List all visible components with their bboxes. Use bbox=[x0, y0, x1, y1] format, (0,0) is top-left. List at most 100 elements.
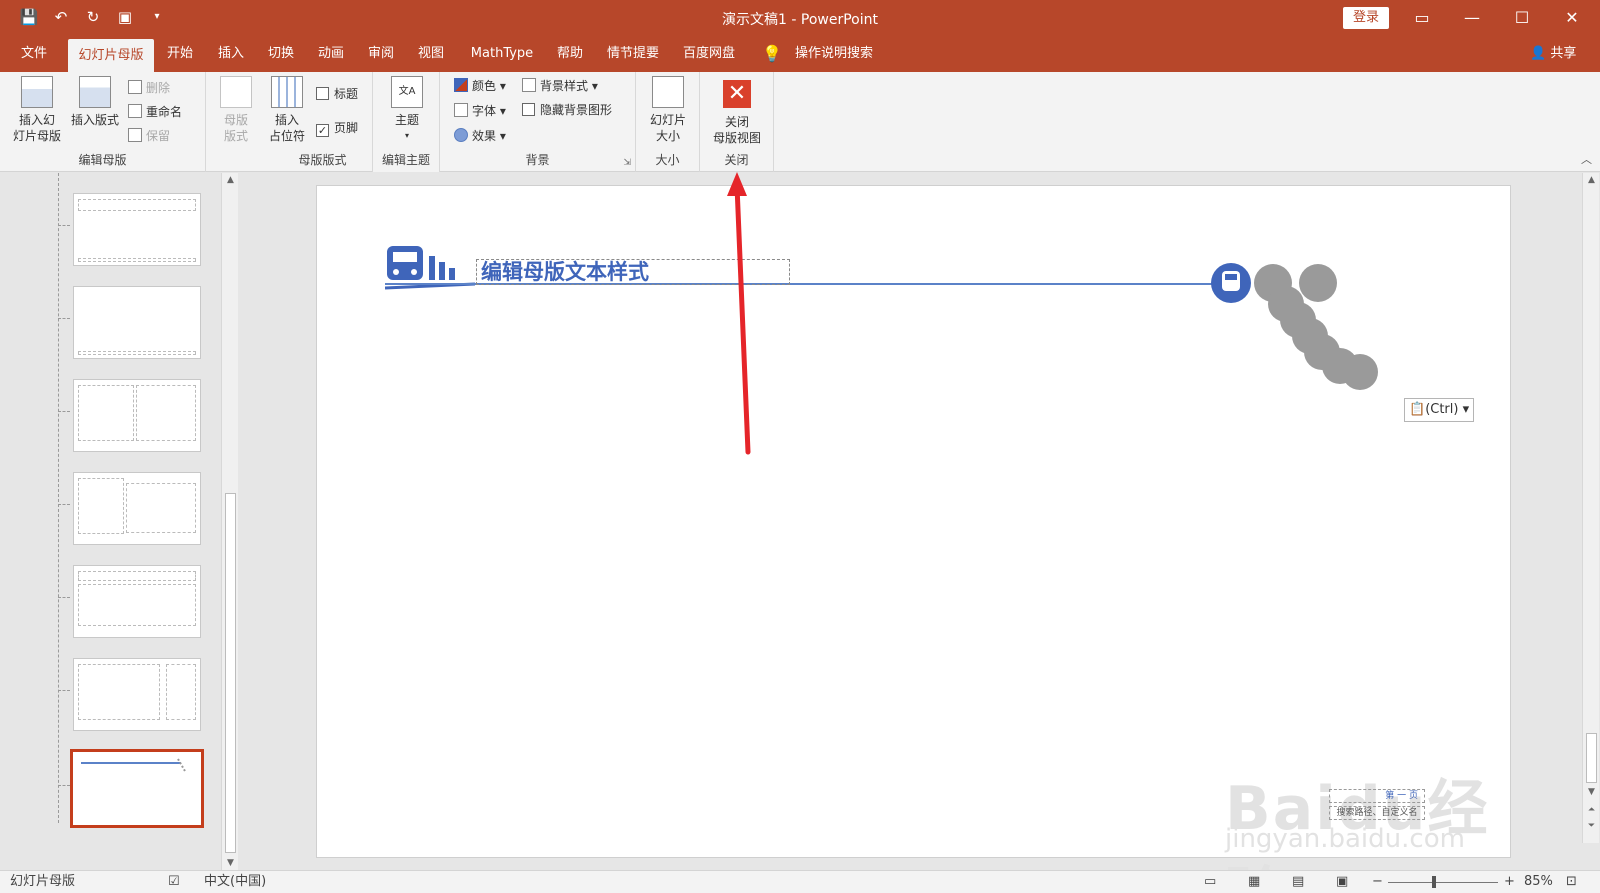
tab-review[interactable]: 审阅 bbox=[361, 36, 401, 72]
paste-options-button[interactable]: 📋(Ctrl) ▾ bbox=[1404, 398, 1474, 422]
zoom-slider-knob[interactable] bbox=[1432, 876, 1436, 888]
tree-tick bbox=[58, 225, 70, 226]
normal-view-icon[interactable]: ▭ bbox=[1204, 873, 1216, 891]
tree-tick bbox=[58, 504, 70, 505]
paste-options-label: (Ctrl) bbox=[1425, 402, 1459, 417]
background-styles-button[interactable]: 背景样式 ▾ bbox=[522, 76, 598, 96]
ribbon-display-options-icon[interactable]: ▭ bbox=[1398, 0, 1446, 36]
footer-placeholder[interactable]: 搜索路径、自定义名 bbox=[1329, 806, 1425, 820]
fit-to-window-icon[interactable]: ⊡ bbox=[1566, 873, 1577, 891]
slide-scroll-up-icon[interactable]: ▲ bbox=[1583, 175, 1600, 185]
zoom-out-icon[interactable]: − bbox=[1372, 873, 1383, 891]
themes-dropdown-icon: ▾ bbox=[404, 131, 409, 140]
group-label-background: 背景 bbox=[525, 153, 550, 167]
slideshow-icon[interactable]: ▣ bbox=[1336, 873, 1348, 891]
layout-thumbnail-7-selected[interactable] bbox=[70, 749, 204, 828]
accessibility-icon[interactable]: ☑ bbox=[168, 873, 180, 891]
slide-scrollbar[interactable]: ▲ ▼ ⏶ ⏷ bbox=[1582, 173, 1599, 843]
previous-slide-icon[interactable]: ⏶ bbox=[1583, 805, 1600, 815]
delete-icon bbox=[128, 80, 142, 94]
delete-button[interactable]: 删除 bbox=[128, 78, 170, 98]
thumbnail-pane: ▲ ▼ bbox=[0, 173, 244, 870]
tab-home[interactable]: 开始 bbox=[160, 36, 200, 72]
zoom-slider[interactable] bbox=[1388, 882, 1498, 883]
tab-animations[interactable]: 动画 bbox=[311, 36, 351, 72]
tree-tick bbox=[58, 597, 70, 598]
title-checkbox-box[interactable] bbox=[316, 87, 329, 100]
maximize-icon[interactable]: ☐ bbox=[1498, 0, 1546, 36]
tab-storyboard[interactable]: 情节提要 bbox=[602, 36, 664, 72]
slide-number-placeholder[interactable]: 第 一 页 bbox=[1329, 789, 1425, 803]
insert-layout-button[interactable]: 插入版式 bbox=[66, 76, 124, 128]
slide-scroll-down-icon[interactable]: ▼ bbox=[1583, 787, 1600, 797]
tab-help[interactable]: 帮助 bbox=[550, 36, 590, 72]
collapse-ribbon-icon[interactable]: ︿ bbox=[1581, 151, 1592, 167]
close-x-icon: ✕ bbox=[723, 80, 751, 108]
reading-view-icon[interactable]: ▤ bbox=[1292, 873, 1304, 891]
title-checkbox[interactable]: 标题 bbox=[316, 84, 358, 104]
rename-button[interactable]: 重命名 bbox=[128, 102, 182, 122]
footer-checkbox-box[interactable]: ✓ bbox=[316, 124, 329, 137]
colors-icon bbox=[454, 78, 468, 92]
themes-label: 主题 bbox=[394, 113, 419, 127]
minimize-icon[interactable]: — bbox=[1448, 0, 1496, 36]
layout-thumbnail-4[interactable] bbox=[73, 472, 201, 545]
master-layout-button[interactable]: 母版 版式 bbox=[212, 76, 260, 144]
rename-label: 重命名 bbox=[146, 105, 183, 119]
dialog-launcher-icon[interactable]: ⇲ bbox=[623, 158, 631, 168]
layout-thumbnail-2[interactable] bbox=[73, 286, 201, 359]
themes-button[interactable]: 文A 主题 ▾ bbox=[383, 76, 431, 144]
slide-size-button[interactable]: 幻灯片 大小 bbox=[642, 76, 694, 144]
status-language[interactable]: 中文(中国) bbox=[204, 873, 266, 891]
tab-slide-master[interactable]: 幻灯片母版 bbox=[68, 39, 154, 72]
scroll-up-icon[interactable]: ▲ bbox=[222, 175, 239, 185]
tab-view[interactable]: 视图 bbox=[411, 36, 451, 72]
colors-button[interactable]: 颜色 ▾ bbox=[454, 76, 506, 96]
layout-thumbnail-6[interactable] bbox=[73, 658, 201, 731]
hide-background-graphics-checkbox[interactable]: 隐藏背景图形 bbox=[522, 100, 612, 120]
login-button[interactable]: 登录 bbox=[1343, 7, 1389, 29]
share-label: 共享 bbox=[1550, 46, 1577, 61]
tab-mathtype[interactable]: MathType bbox=[462, 36, 542, 72]
tab-file[interactable]: 文件 bbox=[10, 36, 58, 72]
status-bar: 幻灯片母版 ☑ 中文(中国) ▭ ▦ ▤ ▣ − + 85% ⊡ bbox=[0, 870, 1600, 893]
scroll-down-icon[interactable]: ▼ bbox=[222, 858, 239, 868]
layout-thumbnail-3[interactable] bbox=[73, 379, 201, 452]
hide-background-checkbox-box[interactable] bbox=[522, 103, 535, 116]
layout-thumbnail-1[interactable] bbox=[73, 193, 201, 266]
background-styles-label: 背景样式 bbox=[540, 79, 589, 93]
group-size: 幻灯片 大小 大小 bbox=[636, 72, 700, 172]
delete-label: 删除 bbox=[146, 81, 171, 95]
zoom-in-icon[interactable]: + bbox=[1504, 873, 1515, 891]
insert-slide-master-button[interactable]: 插入幻 灯片母版 bbox=[8, 76, 66, 144]
person-icon: 👤 bbox=[1530, 46, 1547, 61]
tree-tick bbox=[58, 690, 70, 691]
footer-checkbox[interactable]: ✓ 页脚 bbox=[316, 118, 358, 138]
slide-scrollbar-thumb[interactable] bbox=[1586, 733, 1597, 783]
scrollbar-thumb[interactable] bbox=[225, 493, 236, 853]
next-slide-icon[interactable]: ⏷ bbox=[1583, 821, 1600, 831]
status-view-name: 幻灯片母版 bbox=[10, 874, 76, 889]
insert-placeholder-button[interactable]: 插入 占位符 bbox=[260, 76, 314, 144]
layout-thumbnail-5[interactable] bbox=[73, 565, 201, 638]
tell-me-search[interactable]: 操作说明搜索 bbox=[786, 36, 882, 72]
slide-sorter-icon[interactable]: ▦ bbox=[1248, 873, 1260, 891]
tab-transitions[interactable]: 切换 bbox=[261, 36, 301, 72]
zoom-level[interactable]: 85% bbox=[1524, 873, 1553, 891]
hide-background-label: 隐藏背景图形 bbox=[540, 103, 613, 117]
tab-baidu-netdisk[interactable]: 百度网盘 bbox=[676, 36, 742, 72]
close-window-icon[interactable]: ✕ bbox=[1548, 0, 1596, 36]
share-button[interactable]: 👤 共享 bbox=[1530, 36, 1576, 72]
close-master-view-button[interactable]: ✕ 关闭 母版视图 bbox=[706, 76, 768, 146]
effects-button[interactable]: 效果 ▾ bbox=[454, 126, 506, 146]
fonts-button[interactable]: 字体 ▾ bbox=[454, 101, 506, 121]
background-styles-icon bbox=[522, 78, 536, 92]
thumbnail-scrollbar[interactable]: ▲ ▼ bbox=[221, 173, 238, 870]
title-placeholder[interactable]: 编辑母版文本样式 bbox=[476, 259, 790, 285]
tab-insert[interactable]: 插入 bbox=[211, 36, 251, 72]
slide-master-canvas[interactable]: 编辑母版文本样式 📋(Ctrl) ▾ Baidu经验 jingyan.baidu… bbox=[316, 185, 1511, 893]
preserve-button[interactable]: 保留 bbox=[128, 126, 170, 146]
lightbulb-icon: 💡 bbox=[762, 44, 782, 63]
footer-checkbox-label: 页脚 bbox=[334, 121, 359, 135]
group-background: 颜色 ▾ 字体 ▾ 效果 ▾ 背景样式 ▾ 隐藏背景图形 背景 ⇲ bbox=[440, 72, 636, 172]
